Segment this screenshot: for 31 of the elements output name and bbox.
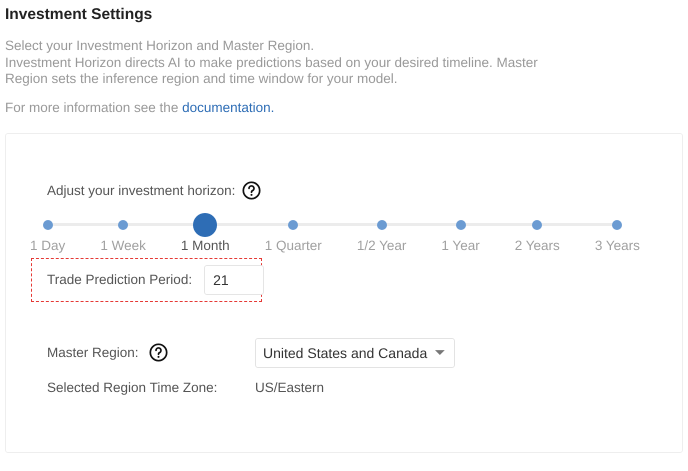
slider-label: 1/2 Year	[356, 238, 406, 252]
description-text: Select your Investment Horizon and Master Region.	[5, 38, 316, 54]
period-input[interactable]: 21	[204, 264, 264, 294]
slider-thumb[interactable]	[193, 212, 218, 236]
description-text: Investment Horizon directs AI to make predictions based on your desired timeline. Master Region sets the inference region and time window for your model.	[5, 54, 539, 88]
horizon-label: Adjust your investment horizon:	[47, 182, 236, 198]
slider-label: 1 Week	[100, 238, 146, 252]
documentation-link[interactable]: documentation.	[182, 100, 274, 114]
slider-label: 3 Years	[594, 238, 640, 252]
slider-label: 1 Day	[30, 238, 66, 252]
slider-label: 1 Year	[441, 238, 480, 252]
timezone-label: Selected Region Time Zone:	[47, 380, 218, 394]
help-icon[interactable]	[242, 180, 262, 200]
info-text: For more information see the documentation.	[5, 100, 276, 114]
region-dropdown[interactable]: United States and Canada	[255, 338, 455, 368]
slider-label: 1 Quarter	[264, 238, 322, 252]
caret-icon	[435, 350, 445, 356]
slider-stop[interactable]	[42, 220, 53, 230]
slider-stop[interactable]	[288, 220, 298, 230]
page-title: Investment Settings	[5, 6, 154, 24]
period-label: Trade Prediction Period:	[47, 272, 192, 287]
slider-label: 1 Month	[180, 238, 230, 252]
slider-stop[interactable]	[118, 220, 128, 230]
slider-stop[interactable]	[456, 220, 466, 230]
slider-stop[interactable]	[612, 220, 622, 230]
slider-label: 2 Years	[514, 238, 560, 252]
help-icon[interactable]	[148, 343, 168, 362]
slider-stop[interactable]	[532, 220, 542, 230]
slider-stop[interactable]	[376, 220, 387, 230]
region-label: Master Region:	[47, 345, 139, 360]
timezone-value: US/Eastern	[255, 380, 324, 394]
